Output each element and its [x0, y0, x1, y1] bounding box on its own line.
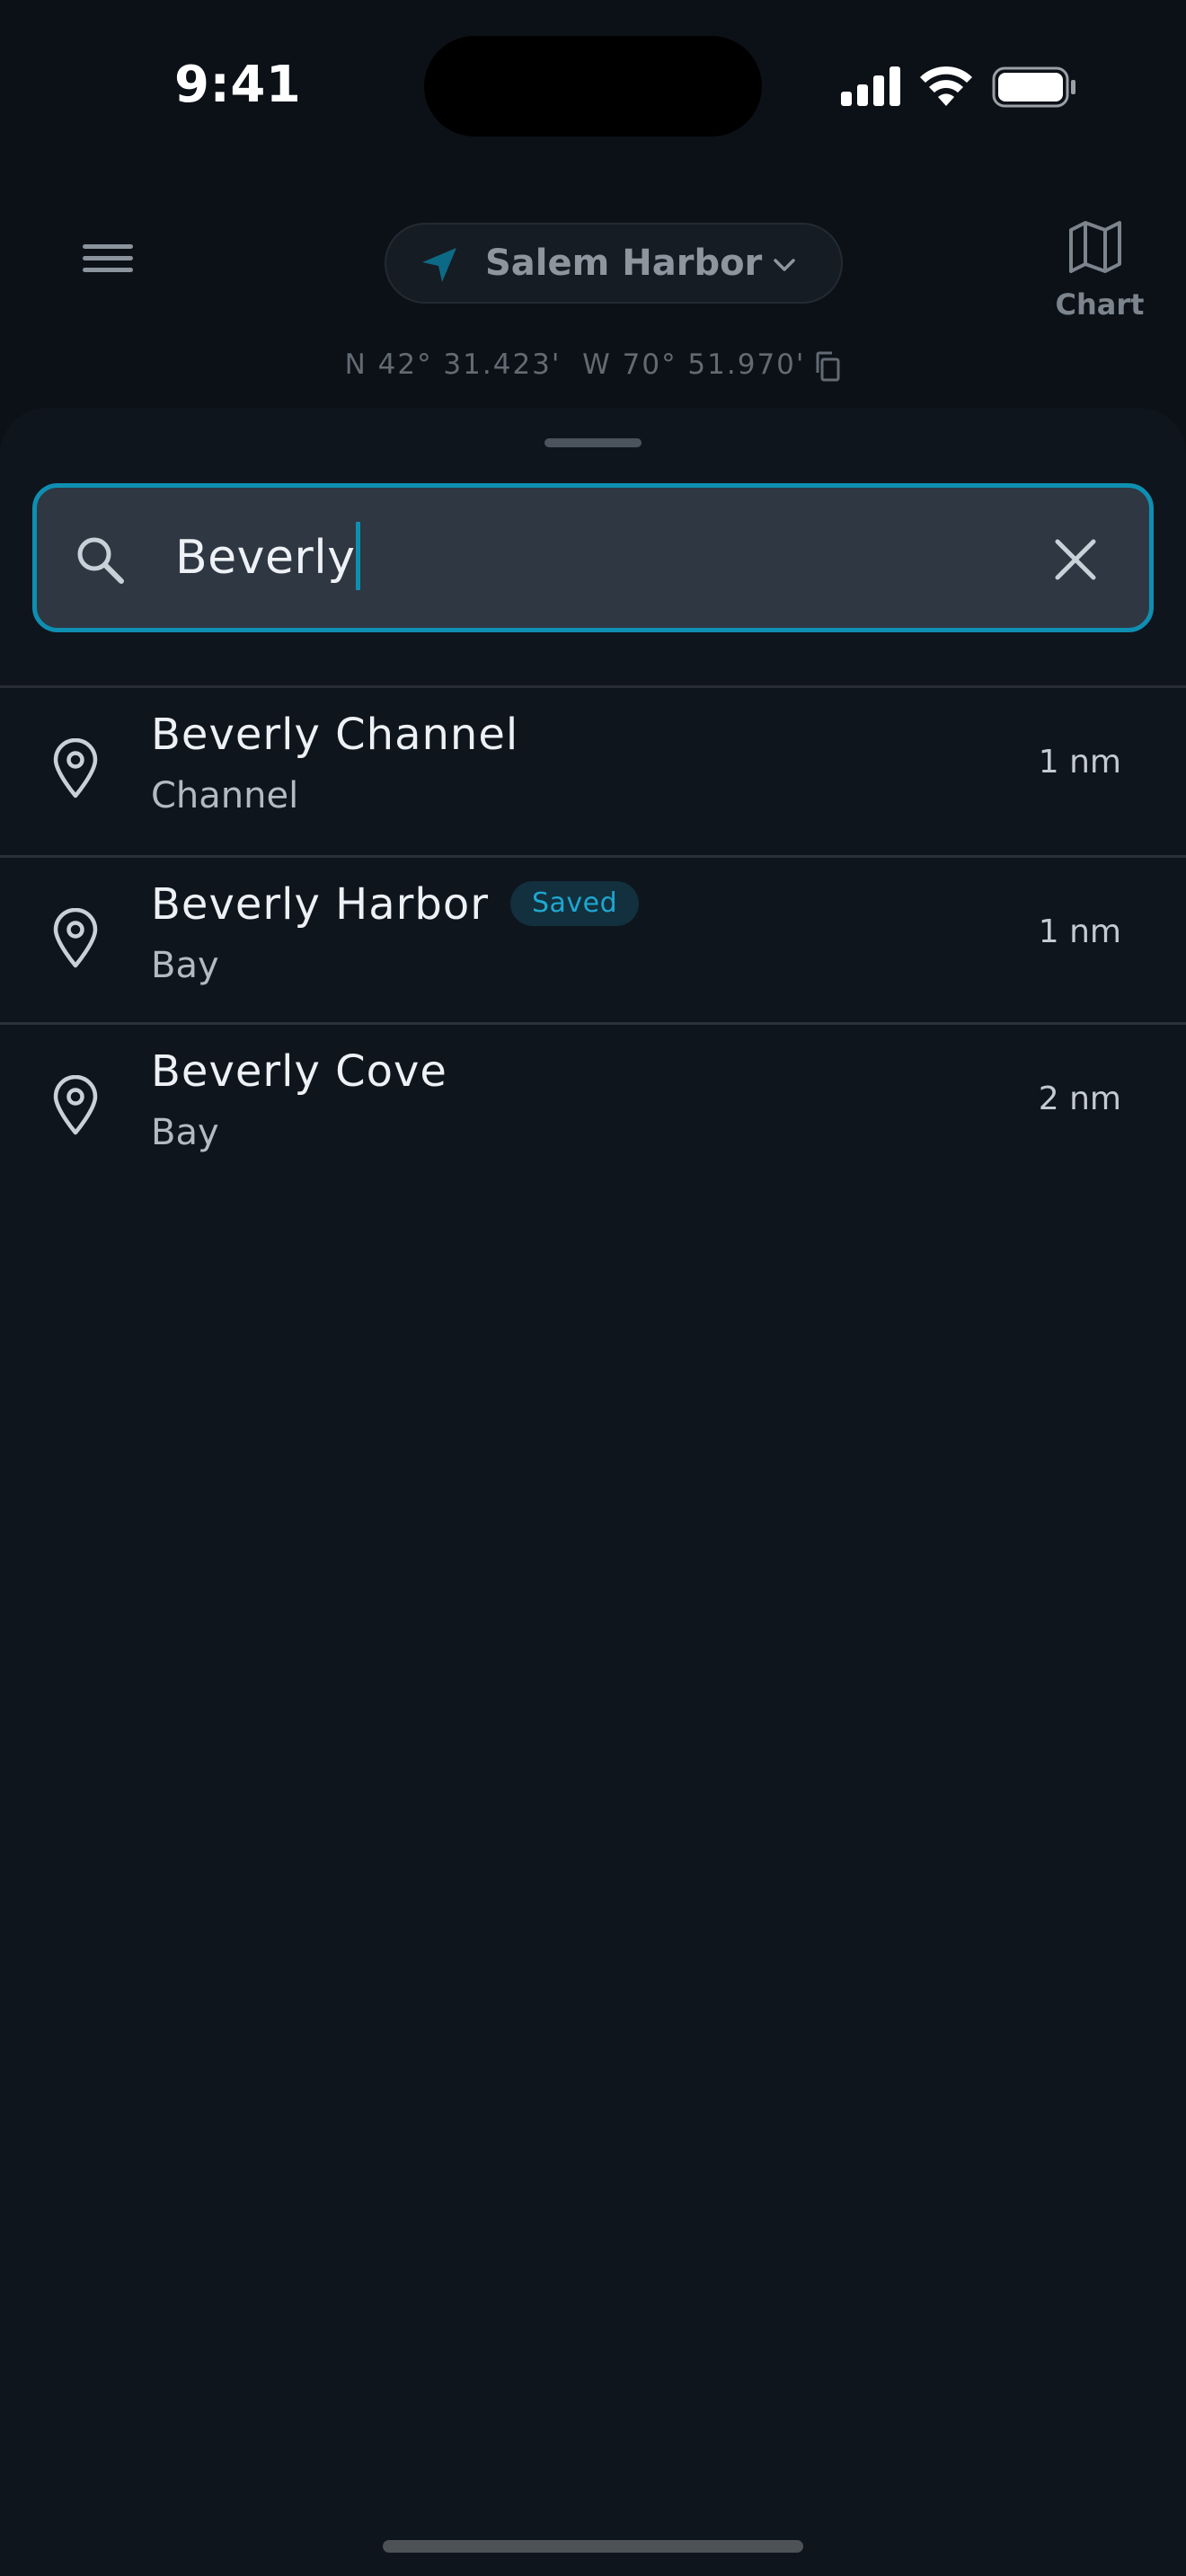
chevron-down-icon — [774, 259, 795, 271]
search-sheet: Beverly Beverly Channel Channel 1 nm Bev… — [0, 408, 1186, 2576]
sheet-grabber[interactable] — [544, 438, 642, 447]
result-distance: 1 nm — [1038, 744, 1121, 781]
result-distance: 2 nm — [1038, 1081, 1121, 1117]
home-indicator[interactable] — [383, 2540, 803, 2553]
result-title-text: Beverly Channel — [151, 710, 519, 760]
status-bar: 9:41 — [0, 0, 1186, 171]
battery-icon — [992, 66, 1075, 108]
location-pin-icon — [53, 738, 98, 798]
result-type: Channel — [151, 775, 299, 816]
search-result-row[interactable]: Beverly Channel Channel 1 nm — [0, 688, 1186, 855]
result-title: Beverly Cove — [151, 1046, 447, 1097]
result-title: Beverly Channel — [151, 710, 518, 760]
hamburger-icon — [83, 244, 133, 249]
cellular-signal-icon — [841, 66, 900, 106]
clear-search-icon[interactable] — [1050, 534, 1101, 585]
chart-button[interactable]: Chart — [1046, 212, 1154, 329]
chart-label: Chart — [1055, 287, 1145, 322]
search-input[interactable]: Beverly — [175, 522, 360, 590]
result-title-text: Beverly Harbor — [151, 879, 489, 930]
result-title-text: Beverly Cove — [151, 1046, 447, 1097]
search-input-text: Beverly — [175, 531, 356, 585]
map-icon — [1069, 221, 1121, 273]
dynamic-island — [424, 36, 762, 137]
hamburger-icon-line — [83, 268, 133, 272]
text-caret — [355, 522, 360, 590]
copy-icon[interactable] — [814, 351, 841, 382]
result-title: Beverly Harbor Saved — [151, 879, 640, 930]
wifi-icon — [920, 66, 972, 106]
result-type: Bay — [151, 1112, 219, 1153]
search-icon — [77, 537, 124, 584]
coordinates-text: N 42° 31.423' W 70° 51.970' — [344, 348, 806, 381]
navigation-arrow-icon — [422, 248, 456, 282]
result-distance: 1 nm — [1038, 913, 1121, 950]
location-pin-icon — [53, 1075, 98, 1135]
screen: 9:41 Salem Harbor Chart N 42° 31.423' W … — [0, 0, 1186, 2576]
status-time: 9:41 — [174, 56, 302, 114]
result-type: Bay — [151, 945, 219, 986]
saved-badge: Saved — [509, 881, 640, 926]
menu-button[interactable] — [77, 237, 140, 291]
location-selector[interactable]: Salem Harbor — [385, 223, 843, 304]
location-pin-icon — [53, 908, 98, 968]
search-results-list: Beverly Channel Channel 1 nm Beverly Har… — [0, 688, 1186, 1189]
search-field[interactable]: Beverly — [32, 483, 1154, 632]
location-name: Salem Harbor — [485, 243, 763, 284]
coordinates-readout[interactable]: N 42° 31.423' W 70° 51.970' — [0, 348, 1186, 382]
search-result-row[interactable]: Beverly Harbor Saved Bay 1 nm — [0, 855, 1186, 1022]
search-result-row[interactable]: Beverly Cove Bay 2 nm — [0, 1022, 1186, 1189]
hamburger-icon-line — [83, 256, 133, 260]
